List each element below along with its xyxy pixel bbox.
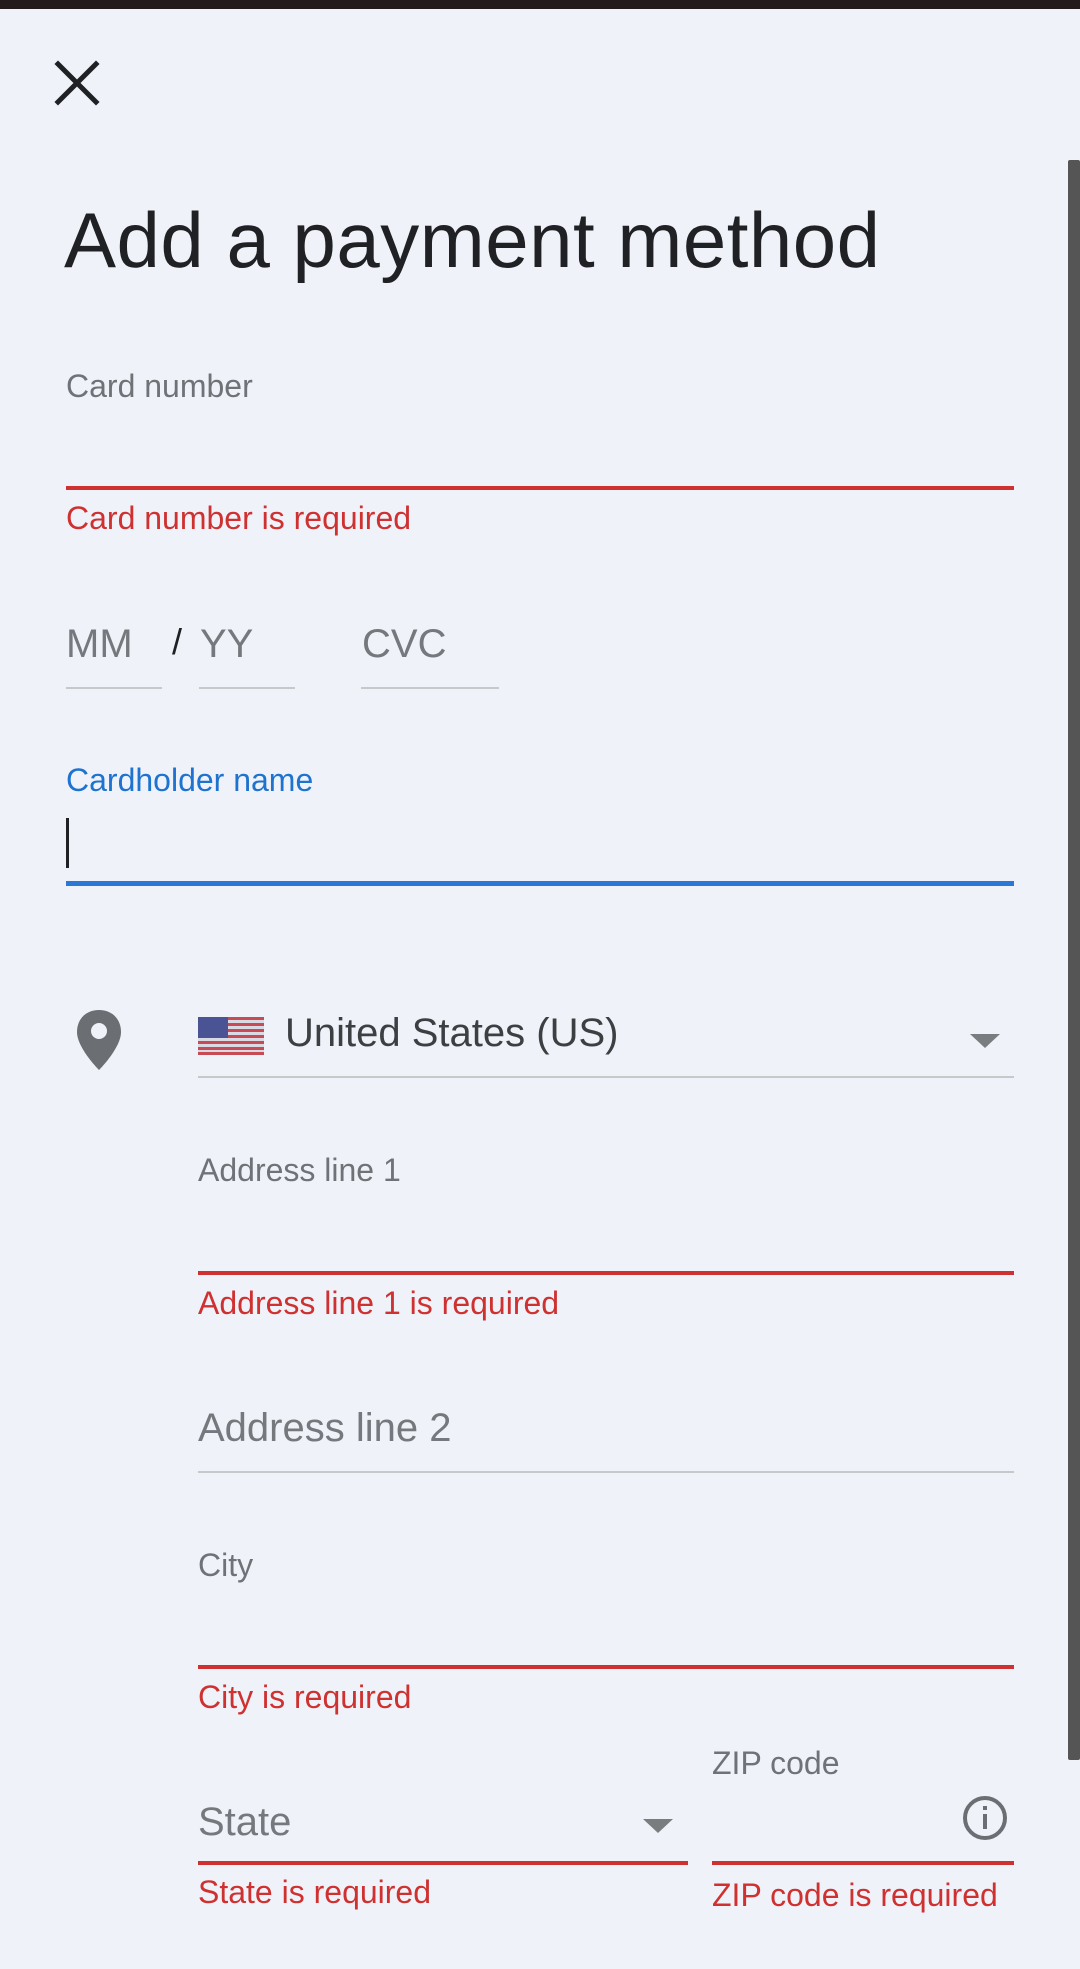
address-line1-underline <box>198 1271 1014 1275</box>
card-number-label: Card number <box>66 368 253 404</box>
us-flag-icon <box>198 1017 264 1055</box>
expiry-month-underline <box>66 687 162 689</box>
address-line1-label: Address line 1 <box>198 1152 401 1188</box>
page-title: Add a payment method <box>64 196 881 284</box>
expiry-year-underline <box>199 687 295 689</box>
card-number-underline <box>66 486 1014 490</box>
card-number-error: Card number is required <box>66 500 412 536</box>
city-field[interactable] <box>196 1545 1016 1673</box>
expiry-separator: / <box>172 621 183 662</box>
scrollbar[interactable] <box>1068 160 1080 1760</box>
status-bar <box>0 0 1080 9</box>
zip-code-error: ZIP code is required <box>712 1877 998 1913</box>
expiry-month-placeholder: MM <box>66 622 133 666</box>
cardholder-name-label: Cardholder name <box>66 762 314 798</box>
city-underline <box>198 1665 1014 1669</box>
address-line2-placeholder: Address line 2 <box>198 1406 452 1450</box>
zip-code-underline <box>712 1861 1014 1865</box>
close-button[interactable] <box>48 54 108 114</box>
city-label: City <box>198 1547 254 1583</box>
close-icon <box>54 60 100 106</box>
zip-code-label: ZIP code <box>712 1745 840 1781</box>
cardholder-name-underline <box>66 881 1014 886</box>
state-error: State is required <box>198 1874 432 1910</box>
state-dropdown-arrow-icon <box>643 1819 673 1833</box>
address-line1-error: Address line 1 is required <box>198 1285 560 1321</box>
state-underline <box>198 1861 688 1865</box>
text-cursor <box>66 818 69 868</box>
city-error: City is required <box>198 1679 412 1715</box>
cvc-underline <box>361 687 499 689</box>
dropdown-arrow-icon <box>970 1034 1000 1048</box>
expiry-year-placeholder: YY <box>200 622 254 666</box>
state-placeholder: State <box>198 1800 292 1844</box>
cvc-placeholder: CVC <box>362 622 447 666</box>
info-icon[interactable] <box>962 1795 1008 1841</box>
country-value: United States (US) <box>285 1011 619 1055</box>
country-underline <box>198 1076 1014 1078</box>
address-line2-underline <box>198 1471 1014 1473</box>
location-pin-icon <box>77 1010 121 1070</box>
